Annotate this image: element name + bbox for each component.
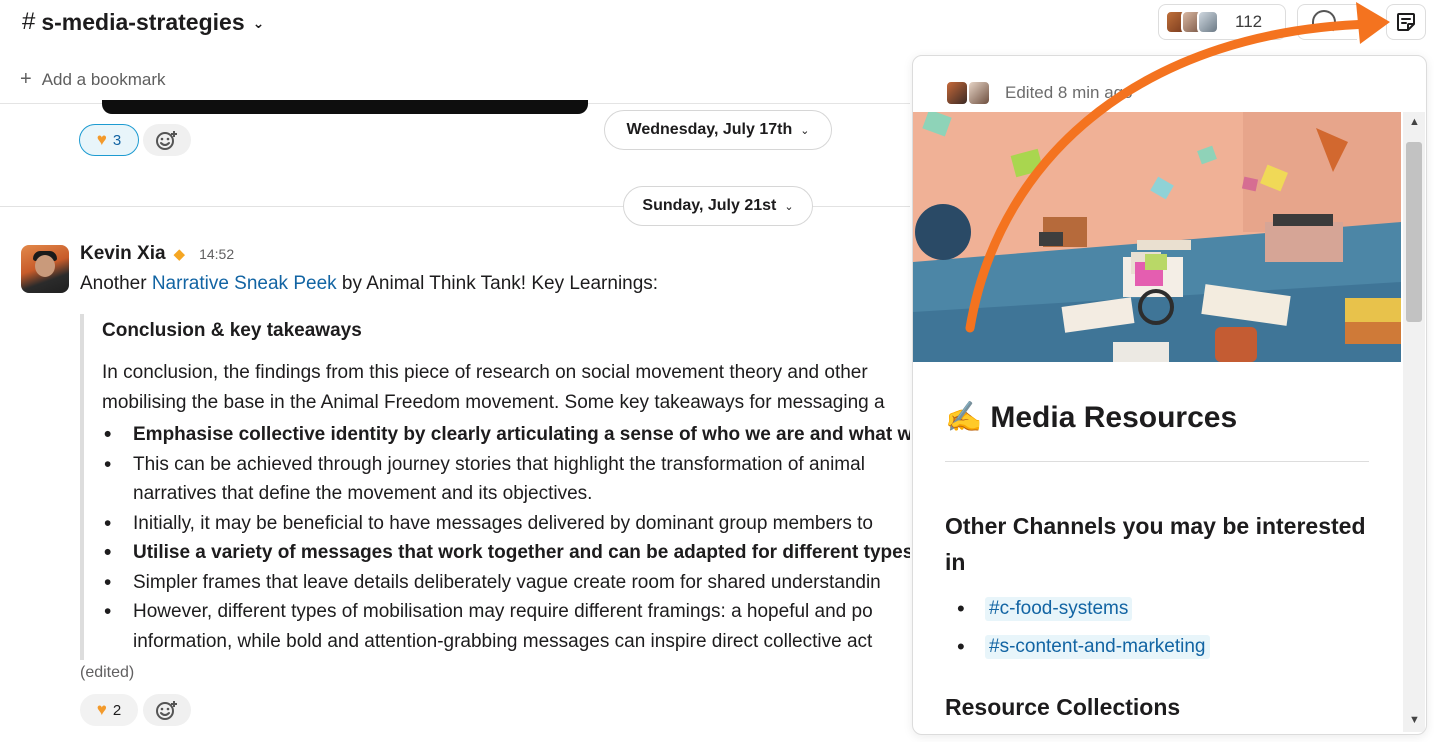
- message-text: Another Narrative Sneak Peek by Animal T…: [80, 273, 659, 294]
- message-header: Kevin Xia ◆ 14:52: [80, 243, 234, 265]
- section-heading: Resource Collections: [945, 694, 1181, 720]
- canvas-panel: Edited 8 min ago ▲ ▼ ✍️ Media Resources …: [912, 55, 1427, 735]
- chevron-down-icon: ⌄: [800, 124, 810, 137]
- desk-illustration: [913, 112, 1401, 362]
- member-avatar: [1197, 10, 1219, 34]
- attachment-preview: [102, 100, 588, 114]
- chevron-down-icon: ⌄: [784, 200, 794, 213]
- add-reaction-button[interactable]: [143, 694, 191, 726]
- narrative-link[interactable]: Narrative Sneak Peek: [152, 273, 337, 294]
- scroll-down-icon[interactable]: ▼: [1409, 714, 1420, 726]
- channel-link[interactable]: #s-content-and-marketing: [985, 635, 1210, 659]
- list-item: #c-food-systems: [957, 590, 1210, 628]
- canvas-icon: [1397, 13, 1415, 31]
- add-emoji-icon: [156, 701, 177, 720]
- panel-scrollbar[interactable]: ▲ ▼: [1403, 112, 1425, 732]
- sender-name[interactable]: Kevin Xia: [80, 243, 166, 265]
- orange-heart-icon: ♥: [96, 700, 107, 719]
- hero-illustration: [913, 112, 1401, 362]
- quote-block: Conclusion & key takeaways In conclusion…: [80, 314, 910, 660]
- hash-icon: #: [22, 8, 36, 35]
- reaction-count: 3: [112, 131, 122, 149]
- list-item: However, different types of mobilisation…: [102, 597, 910, 656]
- writing-hand-icon: ✍️: [945, 401, 983, 434]
- channel-header: # s-media-strategies ⌄ 112: [0, 0, 1434, 48]
- date-jump-button[interactable]: Sunday, July 21st ⌄: [623, 186, 813, 226]
- channel-link[interactable]: #c-food-systems: [985, 597, 1133, 621]
- member-count: 112: [1235, 12, 1263, 31]
- date-label: Sunday, July 21st: [642, 197, 777, 214]
- editors-row: Edited 8 min ago: [945, 80, 1133, 106]
- date-jump-button[interactable]: Wednesday, July 17th ⌄: [604, 110, 832, 150]
- edited-label: (edited): [80, 664, 135, 681]
- add-emoji-icon: [156, 131, 177, 150]
- date-label: Wednesday, July 17th: [626, 121, 793, 138]
- editor-avatar[interactable]: [945, 80, 969, 106]
- chevron-down-icon: ⌄: [252, 14, 265, 31]
- reaction-count: 2: [112, 701, 122, 719]
- list-item: This can be achieved through journey sto…: [102, 450, 910, 509]
- canvas-title: ✍️ Media Resources: [945, 400, 1238, 435]
- canvas-button[interactable]: [1386, 4, 1426, 40]
- timestamp[interactable]: 14:52: [199, 246, 234, 262]
- list-item: Simpler frames that leave details delibe…: [102, 568, 910, 598]
- edited-time: Edited 8 min ago: [1005, 83, 1133, 102]
- takeaways-list: Emphasise collective identity by clearly…: [102, 420, 910, 656]
- quote-paragraph: In conclusion, the findings from this pi…: [102, 362, 885, 413]
- add-bookmark-button[interactable]: + Add a bookmark: [20, 68, 165, 91]
- add-reaction-button[interactable]: [143, 124, 191, 156]
- heart-reaction[interactable]: ♥ 2: [80, 694, 138, 726]
- list-item: #s-content-and-marketing: [957, 628, 1210, 666]
- list-item: Initially, it may be beneficial to have …: [102, 509, 910, 539]
- scroll-up-icon[interactable]: ▲: [1409, 116, 1420, 128]
- orange-heart-icon: ♥: [96, 130, 107, 149]
- editor-avatar[interactable]: [967, 80, 991, 106]
- bookmark-bar: + Add a bookmark: [0, 60, 910, 104]
- diamond-icon: ◆: [173, 246, 186, 263]
- channel-list: #c-food-systems #s-content-and-marketing: [957, 590, 1210, 666]
- divider: [945, 461, 1369, 462]
- add-bookmark-label: Add a bookmark: [41, 69, 166, 89]
- scroll-thumb[interactable]: [1406, 142, 1422, 322]
- list-item: Emphasise collective identity by clearly…: [102, 420, 910, 450]
- quote-title: Conclusion & key takeaways: [102, 320, 362, 341]
- avatar[interactable]: [21, 245, 69, 293]
- headphones-icon: [1312, 10, 1336, 34]
- list-item: Utilise a variety of messages that work …: [102, 538, 910, 568]
- members-button[interactable]: 112: [1158, 4, 1286, 40]
- huddle-button[interactable]: [1297, 4, 1357, 40]
- plus-icon: +: [20, 68, 32, 90]
- section-heading: Other Channels you may be interested in: [945, 513, 1366, 575]
- heart-reaction[interactable]: ♥ 3: [79, 124, 139, 156]
- channel-name-button[interactable]: # s-media-strategies ⌄: [22, 8, 264, 36]
- channel-name: s-media-strategies: [41, 8, 245, 35]
